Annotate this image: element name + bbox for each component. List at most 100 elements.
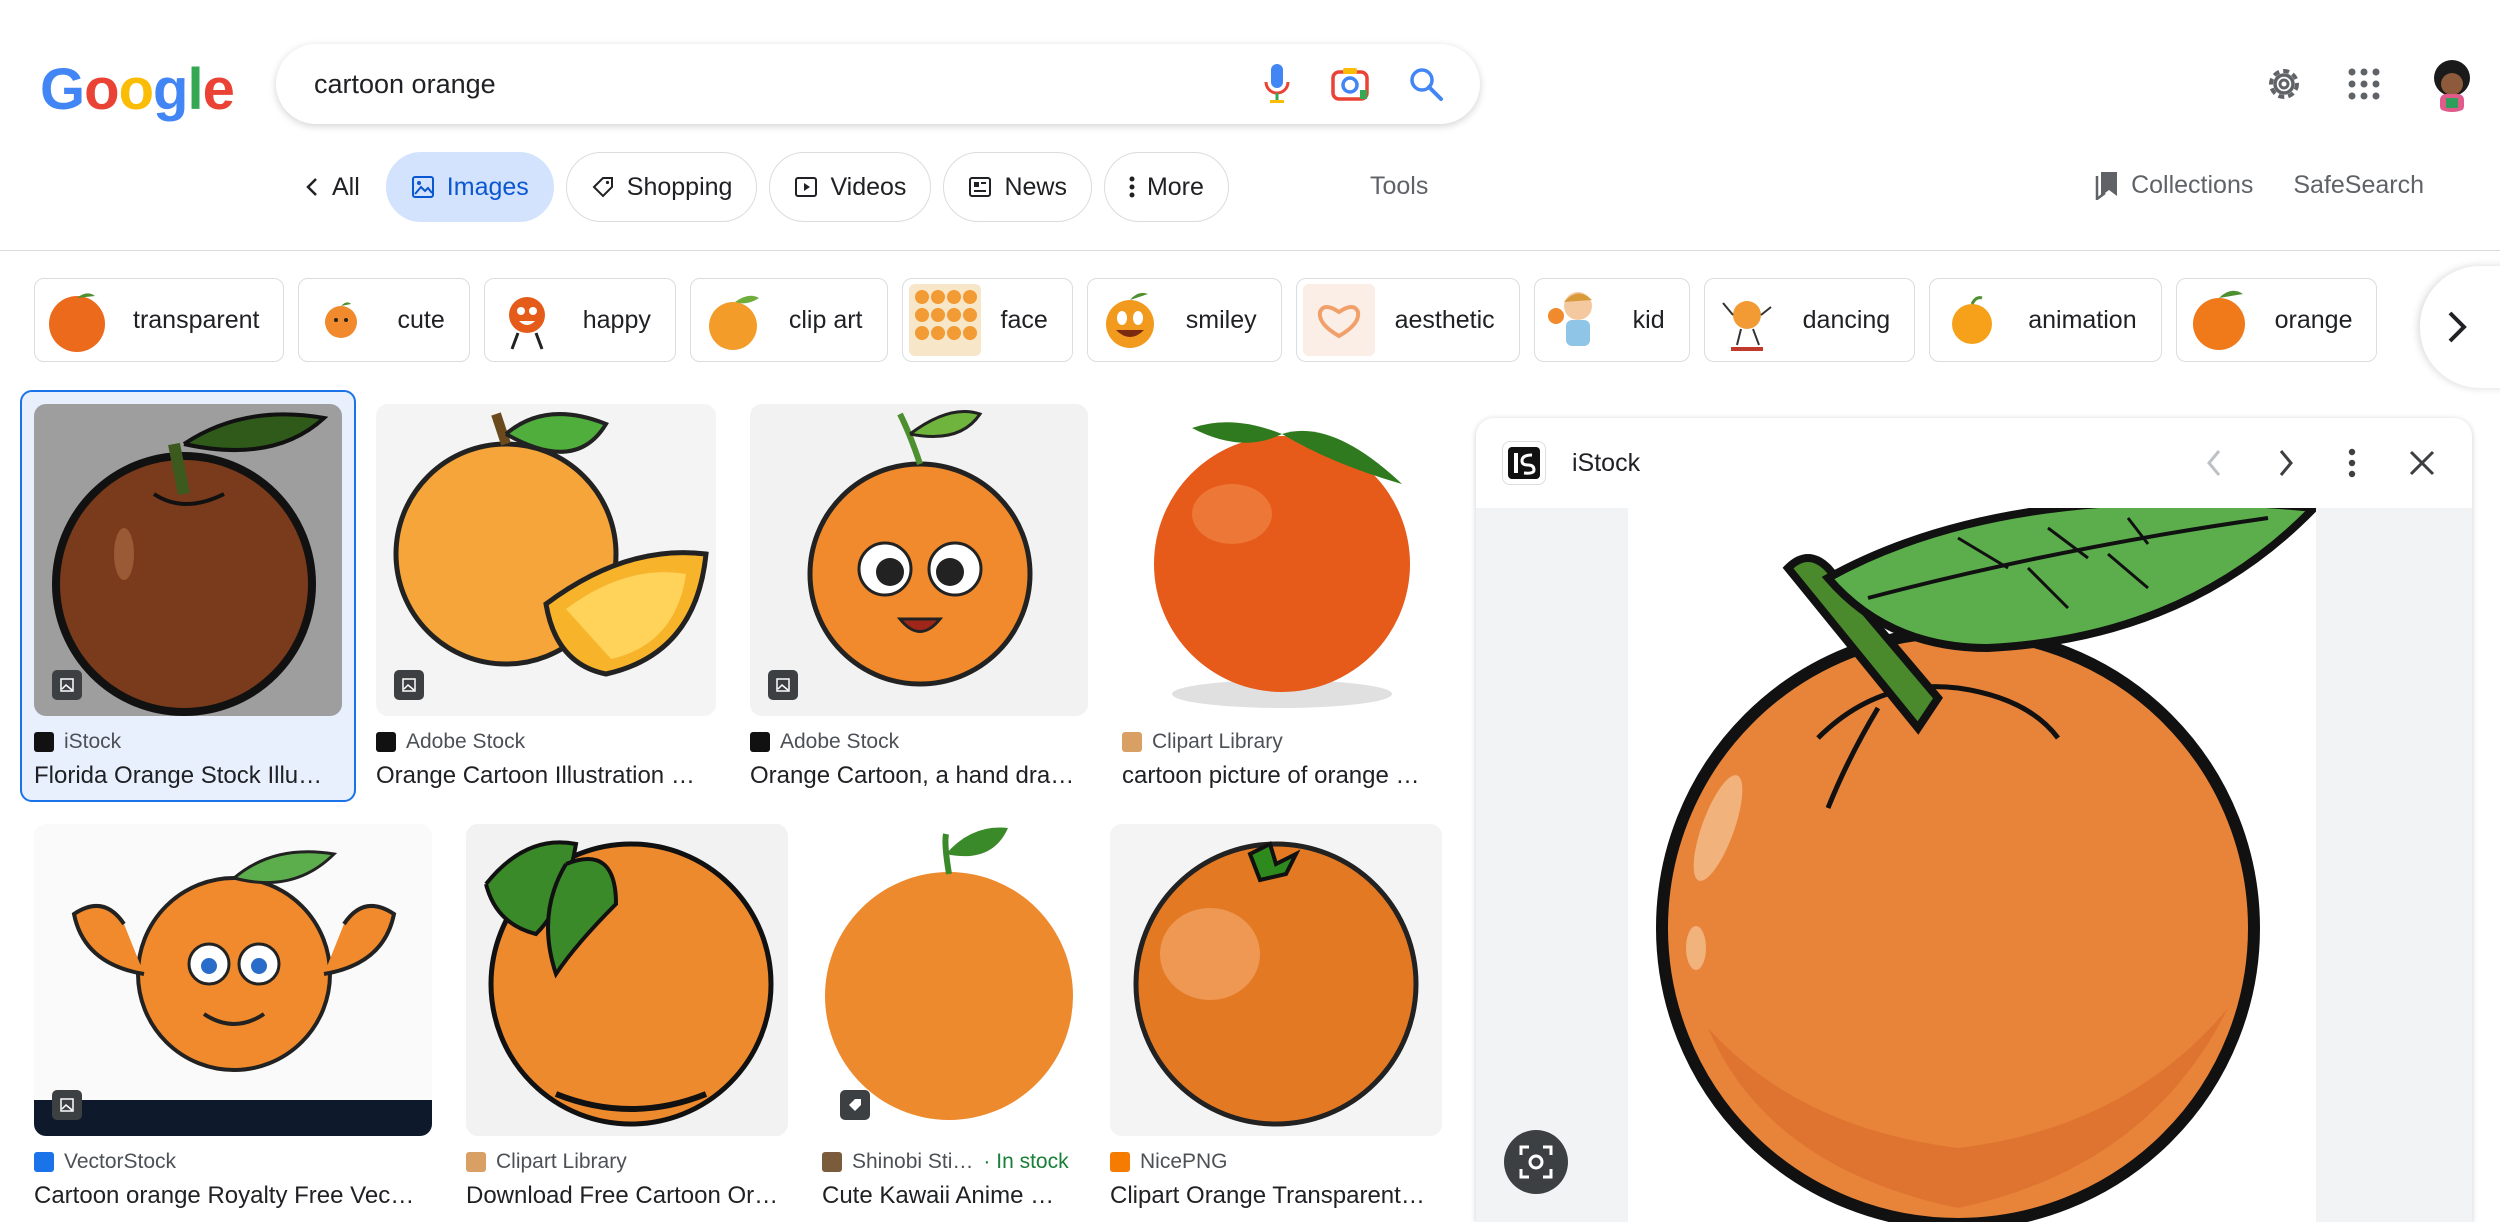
chip-kid[interactable]: kid xyxy=(1533,278,1690,362)
chip-smiley[interactable]: smiley xyxy=(1086,278,1282,362)
more-vert-icon[interactable] xyxy=(2348,448,2356,478)
result-title[interactable]: Clipart Orange Transparent… xyxy=(1110,1182,1442,1210)
preview-image-area xyxy=(1476,497,2472,1222)
result-title[interactable]: Orange Cartoon, a hand dra… xyxy=(750,762,1088,790)
orange-thumb-icon xyxy=(325,302,358,338)
image-icon xyxy=(411,176,434,198)
search-input[interactable]: cartoon orange xyxy=(314,69,1262,100)
result-thumbnail[interactable] xyxy=(750,404,1088,716)
image-result[interactable]: NicePNG Clipart Orange Transparent… xyxy=(1110,824,1442,1210)
result-thumbnail[interactable] xyxy=(376,404,716,716)
image-badge-icon xyxy=(52,670,82,700)
chevron-right-icon[interactable] xyxy=(2276,448,2296,478)
source-label: Clipart Library xyxy=(496,1150,627,1173)
result-title[interactable]: Download Free Cartoon Or… xyxy=(466,1182,788,1210)
chip-cute[interactable]: cute xyxy=(298,278,470,362)
close-icon[interactable] xyxy=(2408,449,2436,477)
kid-thumb-icon xyxy=(1547,292,1592,346)
result-title[interactable]: Cute Kawaii Anime … xyxy=(822,1182,1076,1210)
chip-orange[interactable]: orange xyxy=(2175,278,2378,362)
result-title[interactable]: cartoon picture of orange … xyxy=(1122,762,1442,790)
related-chips: transparent cute happy clip art face smi… xyxy=(34,278,2500,364)
tab-all[interactable]: All xyxy=(290,152,374,222)
image-result[interactable]: VectorStock Cartoon orange Royalty Free … xyxy=(34,824,432,1210)
chip-dancing[interactable]: dancing xyxy=(1703,278,1916,362)
tab-news[interactable]: News xyxy=(943,152,1092,222)
avatar[interactable] xyxy=(2424,56,2480,112)
chip-face[interactable]: face xyxy=(901,278,1073,362)
stock-status: · In stock xyxy=(983,1150,1069,1173)
tab-more[interactable]: More xyxy=(1103,152,1229,222)
chip-happy[interactable]: happy xyxy=(483,278,676,362)
chip-clip-art[interactable]: clip art xyxy=(689,278,888,362)
chip-aesthetic[interactable]: aesthetic xyxy=(1295,278,1520,362)
chevron-left-icon xyxy=(306,178,317,196)
logo-letter: g xyxy=(153,57,188,122)
chip-animation[interactable]: animation xyxy=(1929,278,2162,362)
logo-letter: o xyxy=(118,57,154,122)
image-result[interactable]: Clipart Library cartoon picture of orang… xyxy=(1122,404,1442,790)
tab-videos[interactable]: Videos xyxy=(769,152,932,222)
chip-label: aesthetic xyxy=(1394,305,1495,334)
tools-button[interactable]: Tools xyxy=(1370,172,1428,201)
image-result[interactable]: Clipart Library Download Free Cartoon Or… xyxy=(466,824,788,1210)
tab-videos-label: Videos xyxy=(830,172,907,201)
result-thumbnail[interactable] xyxy=(34,404,342,716)
chevron-left-icon[interactable] xyxy=(2204,448,2224,478)
source-label: NicePNG xyxy=(1140,1150,1228,1173)
chip-label: happy xyxy=(582,305,651,334)
nicepng-favicon-icon xyxy=(1110,1152,1130,1172)
result-source: Adobe Stock xyxy=(750,730,1088,754)
orange-thumb-icon xyxy=(508,297,545,350)
result-thumbnail[interactable] xyxy=(1122,404,1442,716)
apps-grid-icon[interactable] xyxy=(2348,68,2380,100)
lens-icon xyxy=(1519,1145,1553,1179)
orange-thumb-icon xyxy=(2192,290,2245,350)
microphone-icon[interactable] xyxy=(1262,62,1292,106)
search-box[interactable]: cartoon orange xyxy=(276,44,1480,124)
chip-label: face xyxy=(1000,305,1048,334)
header-divider xyxy=(0,250,2500,251)
image-badge-icon xyxy=(394,670,424,700)
tab-news-label: News xyxy=(1004,172,1067,201)
tab-shopping[interactable]: Shopping xyxy=(565,152,758,222)
istock-logo-icon xyxy=(1502,441,1546,485)
source-label: Clipart Library xyxy=(1152,730,1283,753)
orange-faces-icon xyxy=(914,290,977,340)
source-label: Shinobi Sti… xyxy=(852,1150,974,1173)
orange-thumb-icon xyxy=(1105,292,1154,348)
istock-favicon-icon xyxy=(34,732,54,752)
tab-images-label: Images xyxy=(446,172,529,201)
search-icon[interactable] xyxy=(1408,66,1444,102)
collections-button[interactable]: Collections xyxy=(2095,170,2253,200)
vectorstock-favicon-icon xyxy=(34,1152,54,1172)
chip-transparent[interactable]: transparent xyxy=(34,278,285,362)
image-result[interactable]: Adobe Stock Orange Cartoon Illustration … xyxy=(376,404,716,790)
result-title[interactable]: Orange Cartoon Illustration … xyxy=(376,762,716,790)
gear-icon[interactable] xyxy=(2264,64,2304,104)
tab-images[interactable]: Images xyxy=(385,152,554,222)
result-thumbnail[interactable] xyxy=(466,824,788,1136)
chip-label: smiley xyxy=(1185,305,1257,334)
result-title[interactable]: Cartoon orange Royalty Free Vec… xyxy=(34,1182,432,1210)
image-result[interactable]: Shinobi Sti… · In stock Cute Kawaii Anime… xyxy=(822,824,1076,1210)
result-source: NicePNG xyxy=(1110,1150,1442,1174)
image-result[interactable]: Adobe Stock Orange Cartoon, a hand dra… xyxy=(750,404,1088,790)
result-thumbnail[interactable] xyxy=(822,824,1076,1136)
result-thumbnail[interactable] xyxy=(1110,824,1442,1136)
chip-label: orange xyxy=(2274,305,2353,334)
image-badge-icon xyxy=(52,1090,82,1120)
google-logo[interactable]: Google xyxy=(40,56,235,123)
logo-letter: G xyxy=(40,57,85,122)
camera-lens-icon[interactable] xyxy=(1330,66,1370,102)
result-thumbnail[interactable] xyxy=(34,824,432,1136)
preview-image[interactable] xyxy=(1628,497,2323,1222)
visual-search-button[interactable] xyxy=(1504,1130,1568,1194)
logo-letter: l xyxy=(187,57,203,122)
tab-all-label: All xyxy=(332,172,360,201)
result-title[interactable]: Florida Orange Stock Illu… xyxy=(34,762,342,790)
tab-more-label: More xyxy=(1146,172,1204,201)
image-result[interactable]: iStock Florida Orange Stock Illu… xyxy=(34,404,342,790)
safesearch-button[interactable]: SafeSearch xyxy=(2293,171,2424,200)
preview-source[interactable]: iStock xyxy=(1572,449,2204,478)
